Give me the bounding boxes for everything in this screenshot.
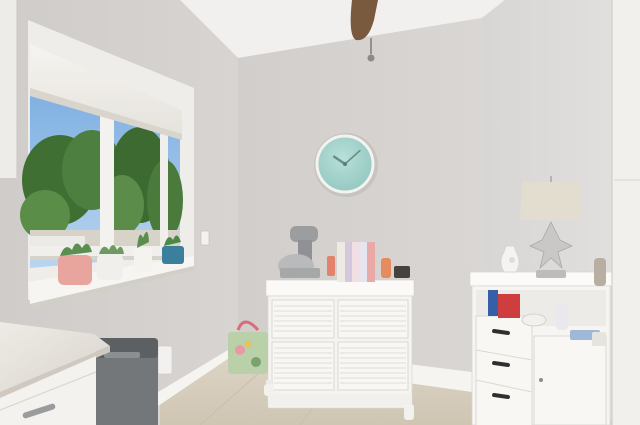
door-frame [612, 0, 640, 425]
books [337, 242, 375, 282]
white-cabinet-right [469, 271, 613, 425]
white-cabinet-left [264, 279, 415, 420]
room-scene [0, 0, 640, 425]
room-photo [0, 0, 640, 425]
light-switch [200, 230, 210, 246]
candle [327, 256, 335, 276]
small-bin [157, 345, 173, 375]
small-box [394, 266, 410, 278]
figurine [594, 258, 606, 286]
wall-clock [314, 133, 378, 197]
upper-cabinet-edge [0, 0, 17, 178]
decor-figure [381, 258, 391, 278]
